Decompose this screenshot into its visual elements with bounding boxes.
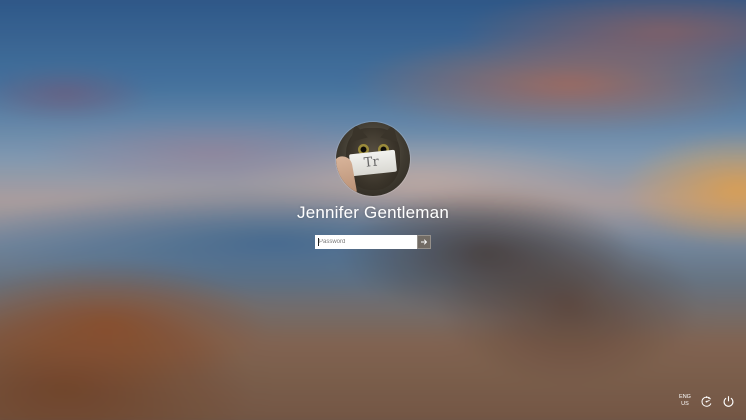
password-row (315, 235, 431, 249)
power-button[interactable] (720, 393, 736, 409)
user-name: Jennifer Gentleman (297, 203, 449, 222)
language-switcher[interactable]: ENG US (678, 394, 692, 408)
region-code: US (681, 401, 689, 407)
ease-of-access-button[interactable] (698, 393, 714, 409)
user-avatar: Tr (336, 122, 410, 196)
avatar-note-text: Tr (363, 154, 380, 171)
password-input[interactable] (315, 235, 417, 249)
power-icon (723, 395, 733, 407)
lock-screen: Tr Jennifer Gentleman ENG US (0, 0, 746, 420)
submit-button[interactable] (417, 235, 431, 249)
system-tray: ENG US (678, 393, 736, 409)
language-code: ENG (679, 394, 691, 400)
login-panel: Tr Jennifer Gentleman (0, 0, 746, 420)
ease-of-access-icon (701, 395, 711, 407)
text-caret (318, 238, 319, 246)
arrow-right-icon (421, 239, 428, 245)
